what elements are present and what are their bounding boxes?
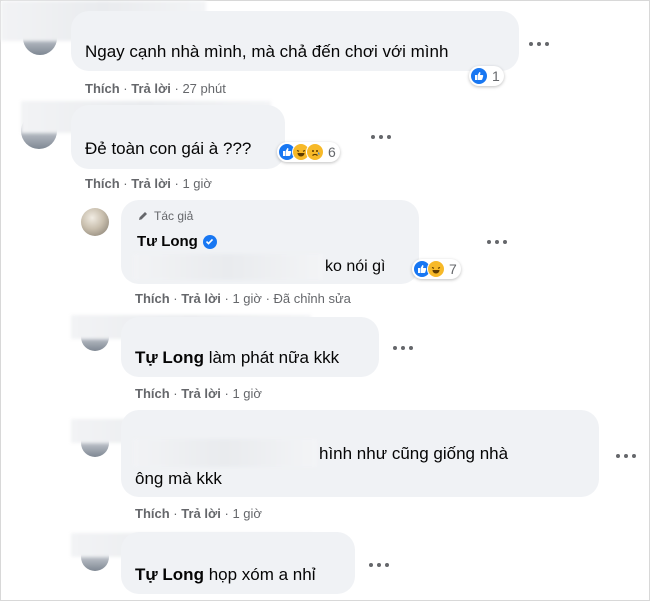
comment-actions: Thích · Trả lời · 1 giờ · Đã chỉnh sửa <box>135 291 351 306</box>
comment-text-line1: hình như cũng giống nhà <box>319 444 509 463</box>
reply-link[interactable]: Trả lời <box>181 506 221 521</box>
separator: · <box>123 81 128 96</box>
more-options-icon[interactable] <box>393 343 413 353</box>
timestamp[interactable]: 1 giờ <box>232 506 262 521</box>
verified-badge-icon <box>202 234 217 249</box>
more-options-icon[interactable] <box>371 132 391 142</box>
separator: · <box>173 386 178 401</box>
comment-body: làm phát nữa kkk <box>208 348 340 367</box>
author-name[interactable]: Tư Long <box>137 233 217 250</box>
more-options-icon[interactable] <box>487 237 507 247</box>
comment-text: Ngay cạnh nhà mình, mà chả đến chơi với … <box>85 42 449 61</box>
reaction-summary[interactable]: 1 <box>469 66 504 86</box>
reply-link[interactable]: Trả lời <box>131 176 171 191</box>
separator: · <box>173 506 178 521</box>
like-link[interactable]: Thích <box>135 506 170 521</box>
author-name-text: Tư Long <box>137 233 198 250</box>
sad-icon <box>306 143 324 161</box>
comment-text: Tự Long làm phát nữa kkk <box>135 347 339 369</box>
separator: · <box>174 81 179 96</box>
like-icon <box>470 67 488 85</box>
edited-label: Đã chỉnh sửa <box>273 291 351 306</box>
reply-link[interactable]: Trả lời <box>131 81 171 96</box>
comment-text: Đẻ toàn con gái à ??? <box>85 139 252 158</box>
separator: · <box>224 386 229 401</box>
reaction-count: 7 <box>449 261 457 277</box>
author-badge-label: Tác giả <box>154 209 194 223</box>
comment-body: họp xóm a nhỉ <box>208 565 316 584</box>
comment-text: ko nói gì <box>325 258 386 275</box>
author-badge: Tác giả <box>137 209 193 223</box>
timestamp[interactable]: 1 giờ <box>182 176 212 191</box>
comment-actions: Thích · Trả lời · 1 giờ <box>85 176 212 191</box>
separator: · <box>224 506 229 521</box>
comment-actions: Thích · Trả lời · 1 giờ <box>135 386 262 401</box>
separator: · <box>174 176 179 191</box>
comment-actions: Thích · Trả lời · 27 phút <box>85 81 226 96</box>
timestamp[interactable]: 1 giờ <box>232 386 262 401</box>
more-options-icon[interactable] <box>369 560 389 570</box>
reply-link[interactable]: Trả lời <box>181 291 221 306</box>
like-link[interactable]: Thích <box>135 386 170 401</box>
mention-tag[interactable]: Tự Long <box>135 565 204 584</box>
mention-tag[interactable]: Tự Long <box>135 348 204 367</box>
timestamp[interactable]: 27 phút <box>182 81 225 96</box>
timestamp[interactable]: 1 giờ <box>232 291 262 306</box>
like-link[interactable]: Thích <box>135 291 170 306</box>
reaction-count: 1 <box>492 68 500 84</box>
reaction-count: 6 <box>328 144 336 160</box>
reaction-summary[interactable]: 6 <box>277 142 340 162</box>
like-link[interactable]: Thích <box>85 81 120 96</box>
comment-thread: Ngay cạnh nhà mình, mà chả đến chơi với … <box>0 0 650 601</box>
blurred-text <box>133 254 323 280</box>
reaction-summary[interactable]: 7 <box>412 259 461 279</box>
comment-text-line2: ông mà kkk <box>135 469 222 488</box>
separator: · <box>265 291 270 306</box>
comment-text: Tự Long họp xóm a nhỉ <box>135 564 316 586</box>
pen-icon <box>139 212 147 220</box>
separator: · <box>123 176 128 191</box>
haha-icon <box>427 260 445 278</box>
comment-actions: Thích · Trả lời · 1 giờ <box>135 506 262 521</box>
separator: · <box>173 291 178 306</box>
more-options-icon[interactable] <box>529 39 549 49</box>
author-avatar[interactable] <box>81 208 109 236</box>
like-link[interactable]: Thích <box>85 176 120 191</box>
blurred-text <box>133 439 317 467</box>
separator: · <box>224 291 229 306</box>
reply-link[interactable]: Trả lời <box>181 386 221 401</box>
more-options-icon[interactable] <box>616 451 636 461</box>
